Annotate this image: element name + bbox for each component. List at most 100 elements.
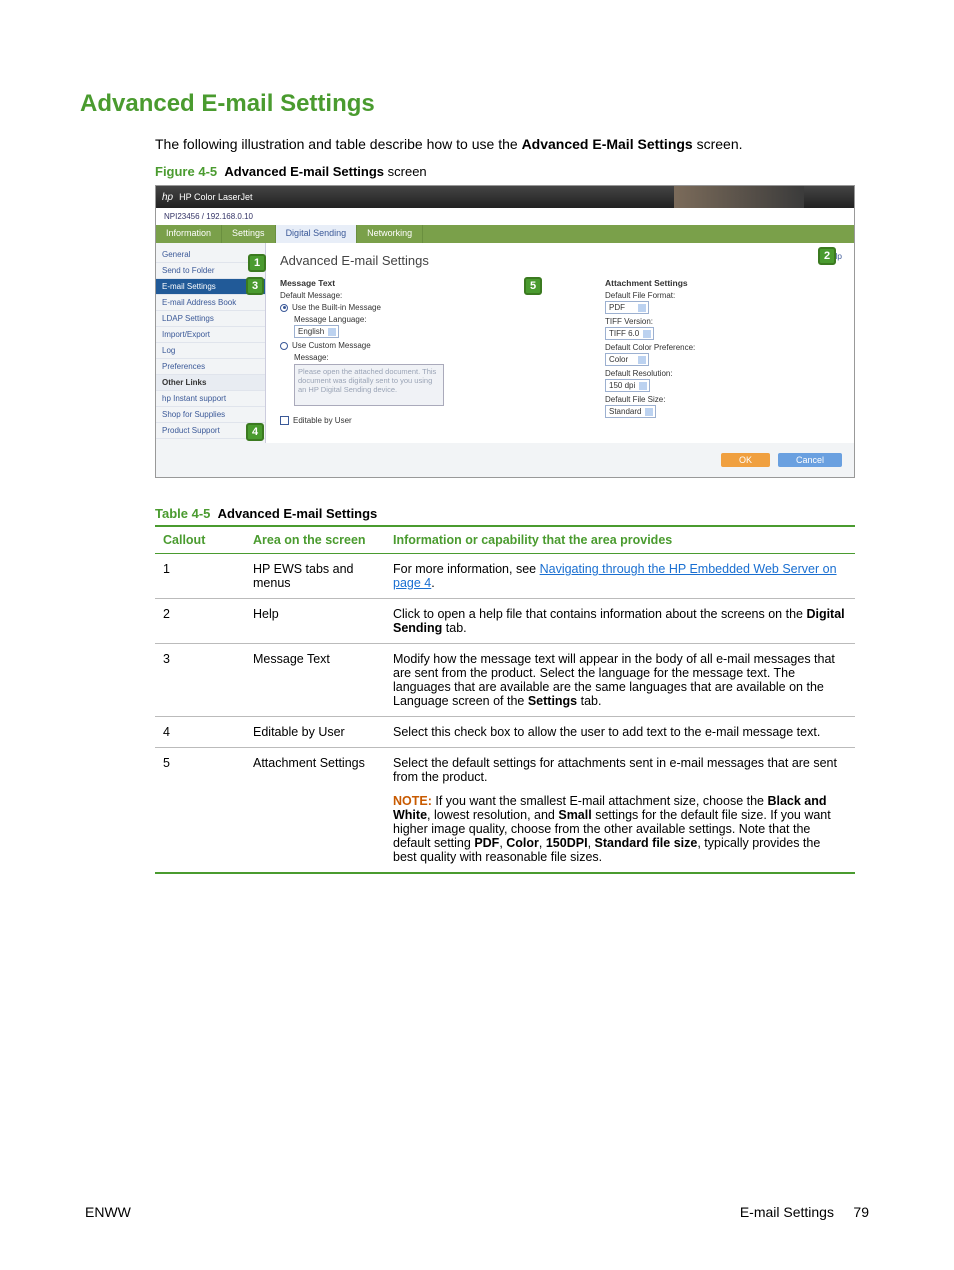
figure-caption: Figure 4-5 Advanced E-mail Settings scre… — [155, 164, 874, 179]
page-heading: Advanced E-mail Settings — [80, 90, 874, 118]
color-pref-select[interactable]: Color — [605, 353, 649, 366]
cancel-button[interactable]: Cancel — [778, 453, 842, 467]
figure-number: Figure 4-5 — [155, 164, 217, 179]
tab-information[interactable]: Information — [156, 225, 222, 243]
text: If you want the smallest E-mail attachme… — [432, 794, 768, 808]
radio-builtin[interactable]: Use the Built-in Message — [280, 303, 515, 312]
tab-settings[interactable]: Settings — [222, 225, 276, 243]
radio-dot-icon — [280, 342, 288, 350]
table-caption: Table 4-5 Advanced E-mail Settings — [155, 506, 874, 521]
cell-area: Help — [245, 599, 385, 644]
nav-log[interactable]: Log — [156, 343, 265, 359]
nav-shop-supplies[interactable]: Shop for Supplies — [156, 407, 265, 423]
custom-message-textarea[interactable]: Please open the attached document. This … — [294, 364, 444, 406]
cell-info: Modify how the message text will appear … — [385, 644, 855, 717]
nav-address-book[interactable]: E-mail Address Book — [156, 295, 265, 311]
bold: Small — [558, 808, 591, 822]
editable-by-user-check[interactable]: Editable by User — [280, 416, 515, 425]
file-format-label: Default File Format: — [605, 291, 840, 300]
file-size-label: Default File Size: — [605, 395, 840, 404]
table-row: 1 HP EWS tabs and menus For more informa… — [155, 554, 855, 599]
tab-digital-sending[interactable]: Digital Sending — [276, 225, 358, 243]
table-row: 5 Attachment Settings Select the default… — [155, 748, 855, 874]
footer-section: E-mail Settings — [740, 1204, 834, 1220]
intro-pre: The following illustration and table des… — [155, 136, 522, 152]
table-title: Advanced E-mail Settings — [218, 506, 378, 521]
table-number: Table 4-5 — [155, 506, 210, 521]
figure-screenshot: hp HP Color LaserJet NPI23456 / 192.168.… — [155, 185, 855, 478]
cell-info: Select this check box to allow the user … — [385, 717, 855, 748]
bold: Settings — [528, 694, 577, 708]
cell-callout: 3 — [155, 644, 245, 717]
ews-topbar: hp HP Color LaserJet — [156, 186, 854, 208]
panel-title: Advanced E-mail Settings — [280, 253, 840, 268]
tab-networking[interactable]: Networking — [357, 225, 423, 243]
note-para: NOTE: If you want the smallest E-mail at… — [393, 794, 847, 864]
radio-custom[interactable]: Use Custom Message — [280, 341, 515, 350]
nav-ldap[interactable]: LDAP Settings — [156, 311, 265, 327]
note-label: NOTE: — [393, 794, 432, 808]
nav-instant-support[interactable]: hp Instant support — [156, 391, 265, 407]
cell-callout: 2 — [155, 599, 245, 644]
tiff-version-label: TIFF Version: — [605, 317, 840, 326]
attachment-settings-block: Attachment Settings Default File Format:… — [605, 278, 840, 425]
nav-preferences[interactable]: Preferences — [156, 359, 265, 375]
bold: 150DPI — [546, 836, 588, 850]
nav-import-export[interactable]: Import/Export — [156, 327, 265, 343]
page-number: 79 — [853, 1204, 869, 1220]
checkbox-icon — [280, 416, 289, 425]
color-pref-label: Default Color Preference: — [605, 343, 840, 352]
callout-5: 5 — [524, 277, 542, 295]
main-panel: Advanced E-mail Settings Help 2 3 4 5 Me… — [266, 243, 854, 443]
table-row: 3 Message Text Modify how the message te… — [155, 644, 855, 717]
para: Select the default settings for attachme… — [393, 756, 847, 784]
radio-builtin-label: Use the Built-in Message — [292, 303, 381, 312]
left-nav: General Send to Folder E-mail Settings E… — [156, 243, 266, 443]
text: . — [431, 576, 434, 590]
resolution-select[interactable]: 150 dpi — [605, 379, 650, 392]
footer-left: ENWW — [85, 1204, 131, 1220]
callout-1: 1 — [248, 254, 266, 272]
text: tab. — [577, 694, 601, 708]
cell-callout: 5 — [155, 748, 245, 874]
ews-tabs: Information Settings Digital Sending Net… — [156, 225, 854, 243]
intro-bold: Advanced E-Mail Settings — [522, 136, 693, 152]
cell-info: For more information, see Navigating thr… — [385, 554, 855, 599]
cell-area: Editable by User — [245, 717, 385, 748]
th-area: Area on the screen — [245, 526, 385, 554]
th-info: Information or capability that the area … — [385, 526, 855, 554]
text: , — [588, 836, 595, 850]
file-format-select[interactable]: PDF — [605, 301, 649, 314]
text: tab. — [442, 621, 466, 635]
text: , — [539, 836, 546, 850]
cell-info: Select the default settings for attachme… — [385, 748, 855, 874]
cell-area: HP EWS tabs and menus — [245, 554, 385, 599]
intro-post: screen. — [693, 136, 743, 152]
file-size-select[interactable]: Standard — [605, 405, 656, 418]
tiff-version-select[interactable]: TIFF 6.0 — [605, 327, 654, 340]
message-language-label: Message Language: — [294, 315, 515, 324]
bold: PDF — [474, 836, 499, 850]
nav-other-links-header: Other Links — [156, 375, 265, 391]
editable-label: Editable by User — [293, 416, 352, 425]
cell-info: Click to open a help file that contains … — [385, 599, 855, 644]
cell-area: Attachment Settings — [245, 748, 385, 874]
bold: Standard file size — [595, 836, 698, 850]
cell-area: Message Text — [245, 644, 385, 717]
radio-dot-icon — [280, 304, 288, 312]
message-label: Message: — [294, 353, 515, 362]
attachment-title: Attachment Settings — [605, 278, 840, 288]
th-callout: Callout — [155, 526, 245, 554]
callout-4: 4 — [246, 423, 264, 441]
cell-callout: 1 — [155, 554, 245, 599]
intro-text: The following illustration and table des… — [155, 136, 874, 152]
figure-title: Advanced E-mail Settings — [224, 164, 384, 179]
text: , lowest resolution, and — [427, 808, 558, 822]
hp-logo-icon: hp — [162, 192, 173, 203]
ok-button[interactable]: OK — [721, 453, 770, 467]
language-select[interactable]: English — [294, 325, 339, 338]
table-row: 4 Editable by User Select this check box… — [155, 717, 855, 748]
footer-right: E-mail Settings 79 — [740, 1204, 869, 1220]
info-table: Callout Area on the screen Information o… — [155, 525, 855, 874]
message-text-block: Message Text Default Message: Use the Bu… — [280, 278, 515, 425]
